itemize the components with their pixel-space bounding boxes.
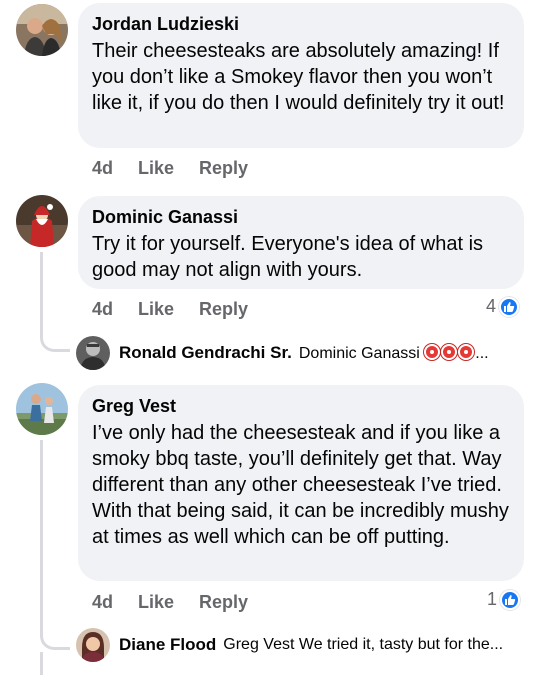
direct-hit-emoji xyxy=(441,343,458,360)
reaction-summary[interactable]: 1 xyxy=(487,589,521,610)
avatar-dominic-ganassi[interactable] xyxy=(16,195,68,247)
direct-hit-emoji xyxy=(424,343,441,360)
reply-author[interactable]: Ronald Gendrachi Sr. xyxy=(119,343,292,363)
comment-author[interactable]: Dominic Ganassi xyxy=(92,206,510,228)
thread-connector xyxy=(40,634,70,650)
thumbs-up-icon xyxy=(499,296,520,317)
comment-actions: 4d Like Reply xyxy=(92,158,248,179)
reply-preview[interactable]: Diane Flood Greg Vest We tried it, tasty… xyxy=(76,628,503,662)
thread-line xyxy=(40,652,43,675)
reaction-count: 4 xyxy=(486,296,497,316)
reply-preview[interactable]: Ronald Gendrachi Sr. Dominic Ganassi ... xyxy=(76,336,489,370)
thumbs-up-icon xyxy=(500,589,521,610)
comment-text: Try it for yourself. Everyone's idea of … xyxy=(92,233,484,281)
reaction-count: 1 xyxy=(487,589,498,609)
mentioned-name[interactable]: Dominic Ganassi xyxy=(299,345,420,362)
comment-text: I’ve only had the cheesesteak and if you… xyxy=(92,422,509,548)
direct-hit-emoji xyxy=(458,343,475,360)
comment-author[interactable]: Jordan Ludzieski xyxy=(92,13,510,35)
comment-bubble: Jordan Ludzieski Their cheesesteaks are … xyxy=(78,3,524,148)
like-button[interactable]: Like xyxy=(138,299,174,320)
comment-bubble: Greg Vest I’ve only had the cheesesteak … xyxy=(78,385,524,581)
reply-button[interactable]: Reply xyxy=(199,299,248,320)
comment-timestamp[interactable]: 4d xyxy=(92,158,113,179)
comment-timestamp[interactable]: 4d xyxy=(92,299,113,320)
avatar-greg-vest[interactable] xyxy=(16,383,68,435)
reply-button[interactable]: Reply xyxy=(199,158,248,179)
thread-line xyxy=(40,252,43,336)
comment-bubble: Dominic Ganassi Try it for yourself. Eve… xyxy=(78,196,524,289)
avatar-diane-flood[interactable] xyxy=(76,628,110,662)
reply-author[interactable]: Diane Flood xyxy=(119,635,216,655)
comment-text: Their cheesesteaks are absolutely amazin… xyxy=(92,40,505,114)
avatar-ronald-gendrachi[interactable] xyxy=(76,336,110,370)
reaction-summary[interactable]: 4 xyxy=(486,296,520,317)
reply-button[interactable]: Reply xyxy=(199,592,248,613)
thread-connector xyxy=(40,336,70,352)
like-button[interactable]: Like xyxy=(138,592,174,613)
comment-timestamp[interactable]: 4d xyxy=(92,592,113,613)
comment-actions: 4d Like Reply xyxy=(92,299,248,320)
like-button[interactable]: Like xyxy=(138,158,174,179)
snippet-ellipsis: ... xyxy=(475,344,489,362)
avatar-jordan-ludzieski[interactable] xyxy=(16,4,68,56)
reply-snippet: Dominic Ganassi ... xyxy=(299,343,489,363)
comment-author[interactable]: Greg Vest xyxy=(92,395,510,417)
thread-line xyxy=(40,440,43,634)
reply-snippet: Greg Vest We tried it, tasty but for the… xyxy=(223,636,504,653)
comment-actions: 4d Like Reply xyxy=(92,592,248,613)
